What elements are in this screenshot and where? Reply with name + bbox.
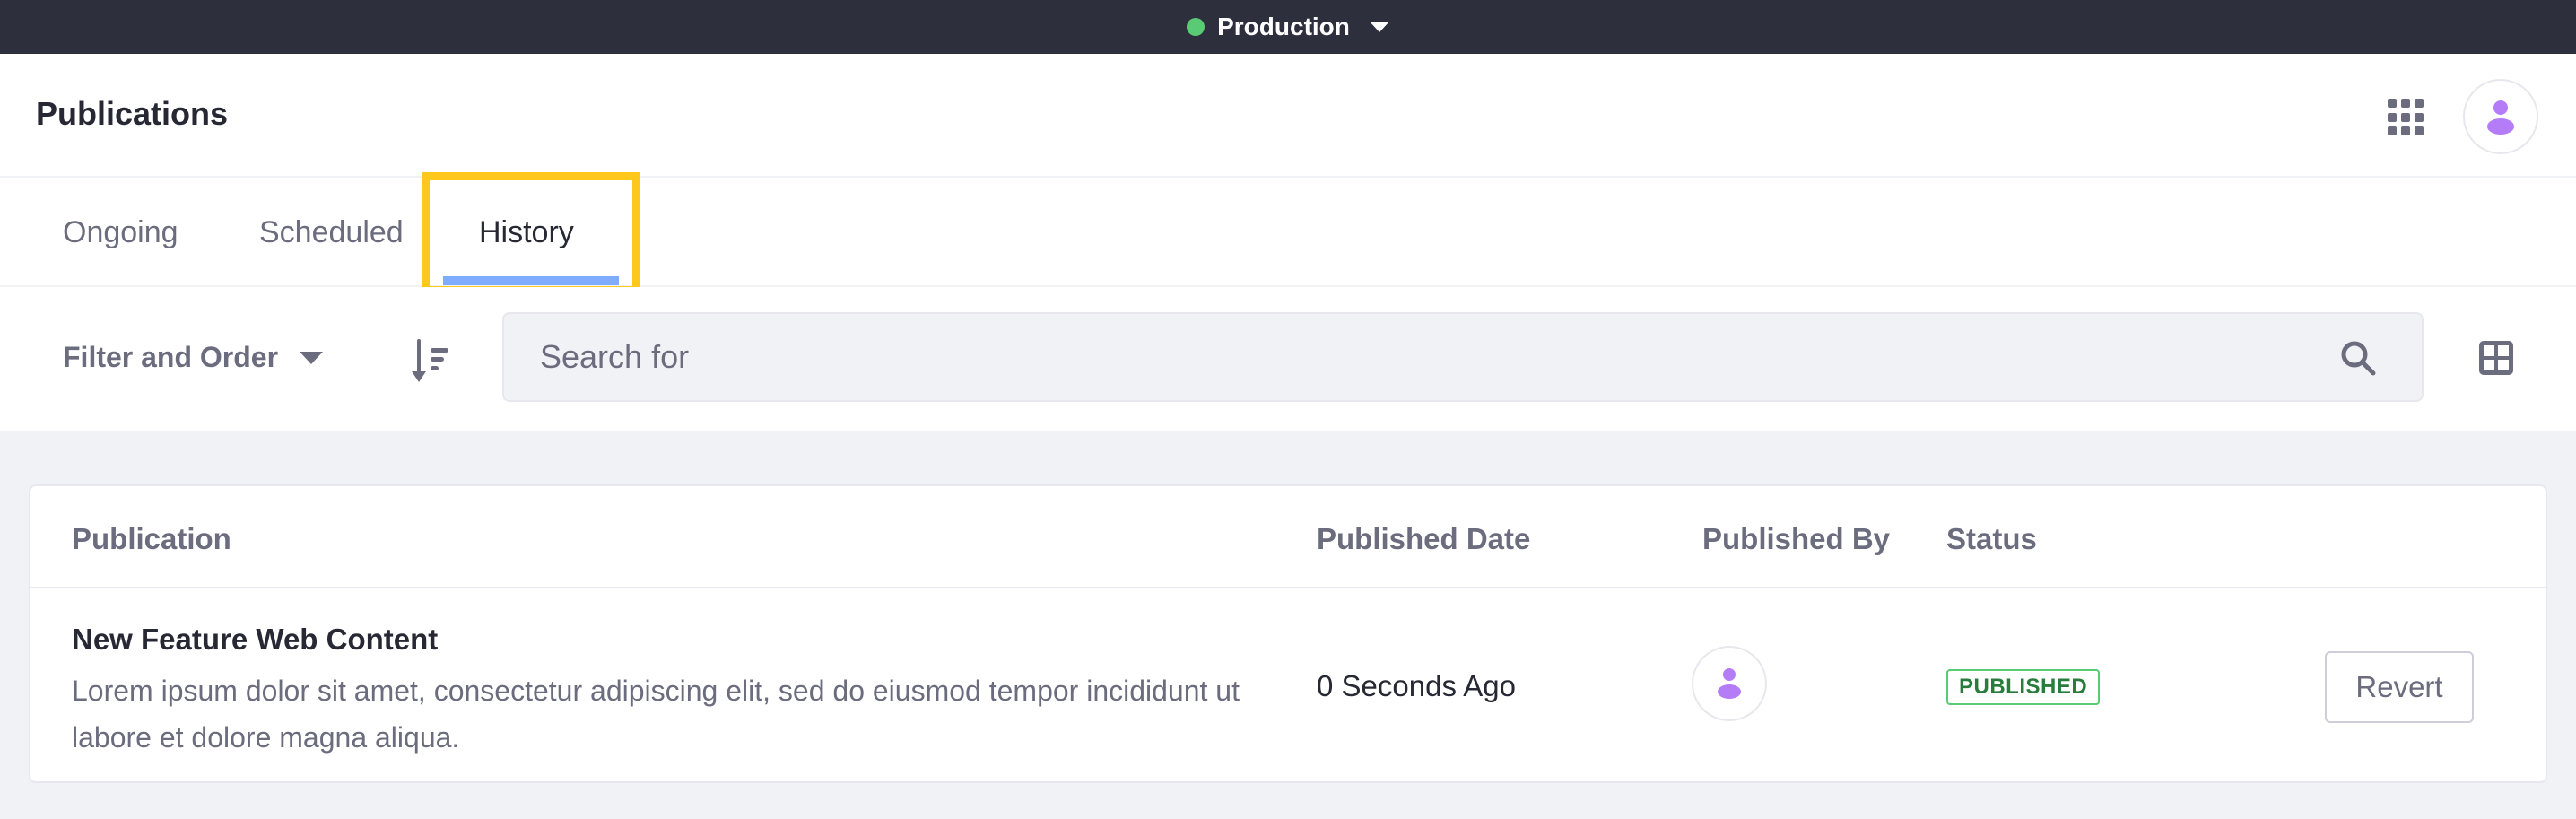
page-title: Publications bbox=[36, 95, 229, 132]
filter-and-order-dropdown[interactable]: Filter and Order bbox=[63, 341, 324, 374]
environment-selector[interactable]: Production bbox=[1187, 13, 1389, 41]
status-badge: PUBLISHED bbox=[1946, 669, 2101, 705]
environment-label: Production bbox=[1217, 13, 1350, 40]
publications-table: Publication Published Date Published By … bbox=[29, 484, 2547, 783]
apps-grid-icon[interactable] bbox=[2388, 99, 2425, 136]
column-header-published-by: Published By bbox=[1702, 522, 1891, 555]
search-icon[interactable] bbox=[2339, 339, 2377, 377]
revert-button[interactable]: Revert bbox=[2325, 651, 2474, 723]
tab-scheduled[interactable]: Scheduled bbox=[259, 215, 404, 250]
user-icon bbox=[1718, 668, 1741, 699]
management-toolbar: Filter and Order bbox=[0, 287, 2576, 431]
status-dot-icon bbox=[1187, 18, 1205, 36]
published-date: 0 Seconds Ago bbox=[1317, 669, 1517, 702]
tab-history[interactable]: History bbox=[479, 215, 574, 250]
tab-ongoing[interactable]: Ongoing bbox=[63, 215, 178, 250]
caret-down-icon bbox=[300, 351, 324, 364]
page-header: Publications bbox=[0, 54, 2576, 178]
published-by-avatar bbox=[1692, 646, 1767, 721]
card-view-icon[interactable] bbox=[2477, 339, 2515, 377]
user-avatar-button[interactable] bbox=[2463, 79, 2538, 154]
caret-down-icon bbox=[1369, 22, 1389, 32]
user-icon bbox=[2487, 100, 2514, 135]
publication-description: Lorem ipsum dolor sit amet, consectetur … bbox=[72, 675, 1240, 754]
sort-order-icon[interactable] bbox=[411, 337, 450, 384]
column-header-status: Status bbox=[1946, 522, 2037, 555]
search-field bbox=[502, 312, 2424, 402]
filter-label: Filter and Order bbox=[63, 341, 279, 373]
active-tab-indicator bbox=[443, 276, 619, 285]
header-divider bbox=[30, 587, 2546, 588]
publication-title: New Feature Web Content bbox=[72, 623, 439, 656]
column-header-publication: Publication bbox=[72, 522, 231, 555]
tab-bar: Ongoing Scheduled History bbox=[0, 178, 2576, 287]
top-environment-bar: Production bbox=[0, 0, 2576, 54]
search-input[interactable] bbox=[540, 314, 2244, 400]
column-header-published-date: Published Date bbox=[1317, 522, 1531, 555]
